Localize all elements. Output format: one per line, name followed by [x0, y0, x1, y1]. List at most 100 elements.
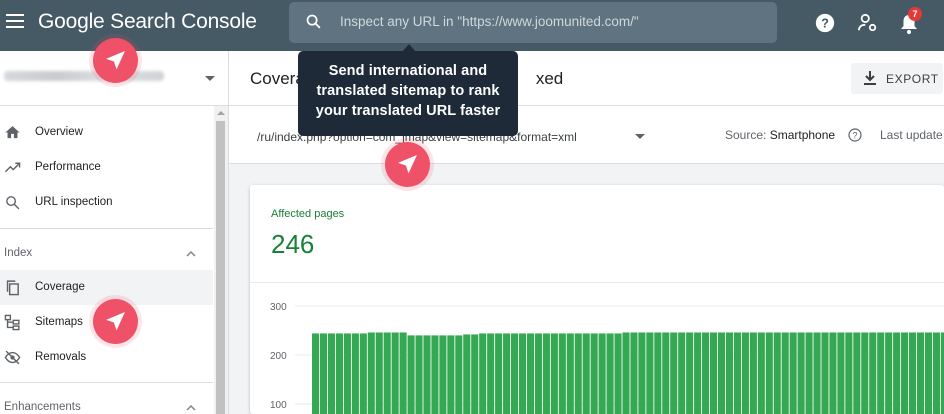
- chart-y-tick-label: 300: [270, 302, 287, 313]
- chart-bar[interactable]: [312, 333, 320, 414]
- chart-bar[interactable]: [654, 332, 662, 414]
- chart-bar[interactable]: [845, 332, 853, 414]
- chart-bar[interactable]: [670, 332, 678, 414]
- chart-bar[interactable]: [805, 332, 813, 414]
- chart-bar[interactable]: [789, 332, 797, 414]
- menu-icon[interactable]: [6, 14, 24, 28]
- chart-bar[interactable]: [447, 335, 455, 414]
- sidebar-item-overview[interactable]: Overview: [0, 115, 213, 150]
- export-label: EXPORT: [886, 72, 939, 86]
- export-button[interactable]: EXPORT: [851, 63, 943, 94]
- chart-bar[interactable]: [877, 332, 885, 414]
- chart-bar[interactable]: [901, 332, 909, 414]
- chart-bar[interactable]: [391, 332, 399, 414]
- chart-bar[interactable]: [932, 332, 940, 414]
- chart-bar[interactable]: [534, 333, 542, 414]
- chart-bar[interactable]: [423, 335, 431, 414]
- chart-bar[interactable]: [383, 332, 391, 414]
- chart-bar[interactable]: [869, 332, 877, 414]
- chart-bar[interactable]: [455, 335, 463, 414]
- chart-bar[interactable]: [479, 333, 487, 414]
- chart-bar[interactable]: [471, 334, 479, 414]
- chart-bar[interactable]: [518, 333, 527, 414]
- chart-bar[interactable]: [733, 332, 741, 414]
- chart-bar[interactable]: [757, 332, 765, 414]
- chevron-up-icon[interactable]: [186, 403, 196, 413]
- last-update-label: Last update: [880, 128, 943, 142]
- chevron-up-icon[interactable]: [186, 249, 196, 259]
- chart-bar[interactable]: [773, 332, 781, 414]
- chart-bar[interactable]: [550, 333, 558, 414]
- chart-bar[interactable]: [821, 332, 829, 414]
- chart-bar[interactable]: [710, 332, 718, 414]
- chart-bar[interactable]: [367, 332, 375, 414]
- chart-bar[interactable]: [686, 332, 694, 414]
- chart-bar[interactable]: [702, 332, 710, 414]
- chart-bar[interactable]: [853, 332, 861, 414]
- chart-bar[interactable]: [885, 332, 893, 414]
- chart-bar[interactable]: [909, 332, 917, 414]
- chart-bar[interactable]: [487, 333, 495, 414]
- scroll-up-icon[interactable]: [217, 111, 225, 115]
- chart-bar[interactable]: [924, 332, 933, 414]
- chart-bar[interactable]: [694, 332, 702, 414]
- help-outline-icon[interactable]: ?: [848, 128, 862, 142]
- section-index-label[interactable]: Index: [4, 247, 32, 259]
- chart-bar[interactable]: [638, 332, 646, 414]
- chart-bar[interactable]: [916, 332, 925, 414]
- chart-bar[interactable]: [574, 333, 582, 414]
- chart-bar[interactable]: [375, 332, 383, 414]
- chart-bar[interactable]: [797, 332, 805, 414]
- chart-bar[interactable]: [749, 332, 757, 414]
- chart-bar[interactable]: [511, 333, 519, 414]
- chart-bar[interactable]: [893, 332, 901, 414]
- chart-bar[interactable]: [335, 333, 343, 414]
- chart-bar[interactable]: [439, 335, 447, 414]
- chart-bar[interactable]: [765, 332, 773, 414]
- sidebar-item-removals[interactable]: Removals: [0, 340, 213, 375]
- chart-bar[interactable]: [606, 333, 614, 414]
- chart-bar[interactable]: [725, 332, 734, 414]
- chart-bar[interactable]: [399, 332, 407, 414]
- chart-bar[interactable]: [813, 332, 821, 414]
- chart-bar[interactable]: [837, 332, 845, 414]
- sidebar-item-performance[interactable]: Performance: [0, 150, 213, 185]
- chart-bar[interactable]: [431, 335, 439, 414]
- manage-users-icon[interactable]: [857, 13, 879, 33]
- chart-bar[interactable]: [463, 334, 471, 414]
- chart-bar[interactable]: [678, 332, 686, 414]
- chart-bar[interactable]: [622, 332, 630, 414]
- chart-y-tick-label: 200: [270, 351, 287, 362]
- chart-bar[interactable]: [861, 332, 869, 414]
- chart-bar[interactable]: [495, 333, 503, 414]
- section-enhancements-label[interactable]: Enhancements: [4, 401, 81, 413]
- chart-bar[interactable]: [542, 333, 550, 414]
- chart-bar[interactable]: [343, 333, 351, 414]
- help-icon[interactable]: ?: [814, 12, 836, 34]
- chart-bar[interactable]: [781, 332, 789, 414]
- chart-bar[interactable]: [558, 333, 566, 414]
- chart-bar[interactable]: [359, 333, 367, 414]
- chart-bar[interactable]: [526, 333, 535, 414]
- chart-bar[interactable]: [415, 335, 423, 414]
- sidebar-item-url-inspection[interactable]: URL inspection: [0, 185, 213, 220]
- chart-bar[interactable]: [351, 333, 359, 414]
- chart-bar[interactable]: [741, 332, 749, 414]
- chart-bar[interactable]: [319, 333, 328, 414]
- chart-bar[interactable]: [829, 332, 837, 414]
- chart-bar[interactable]: [662, 332, 670, 414]
- chevron-down-icon[interactable]: [635, 134, 645, 139]
- chart-bar[interactable]: [407, 335, 415, 414]
- chart-bar[interactable]: [503, 333, 511, 414]
- chart-bar[interactable]: [630, 332, 638, 414]
- chart-bar[interactable]: [566, 333, 574, 414]
- chart-bar[interactable]: [717, 332, 726, 414]
- chart-bar[interactable]: [614, 333, 622, 414]
- chart-bar[interactable]: [582, 333, 590, 414]
- chart-bar[interactable]: [646, 332, 654, 414]
- app-brand[interactable]: Google Search Console: [38, 10, 257, 34]
- chart-bar[interactable]: [590, 333, 598, 414]
- chart-bar[interactable]: [598, 333, 606, 414]
- sidebar-scroll-thumb[interactable]: [216, 121, 225, 414]
- chart-bar[interactable]: [327, 333, 336, 414]
